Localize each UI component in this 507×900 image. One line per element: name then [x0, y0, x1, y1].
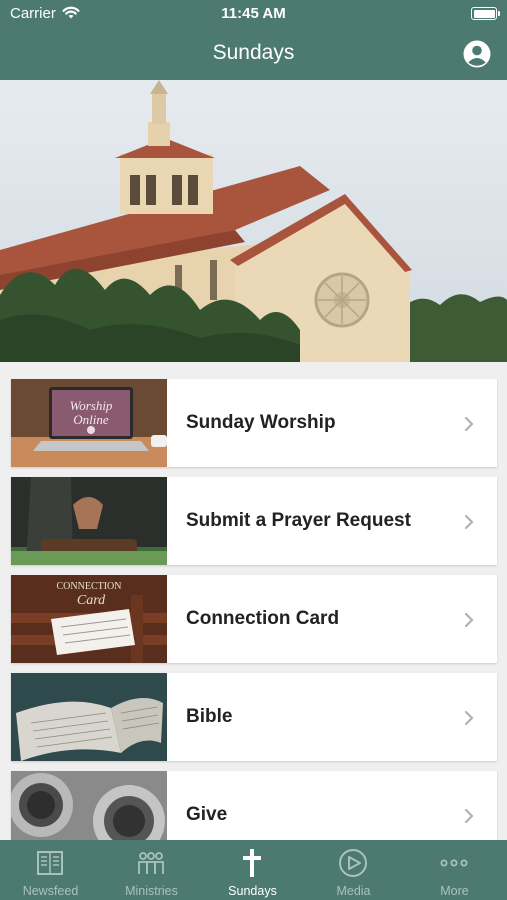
hero-church-image	[0, 80, 507, 362]
menu-item-sunday-worship[interactable]: Worship Online Sunday Worship	[11, 379, 497, 467]
chevron-right-icon	[464, 710, 474, 726]
battery-icon	[471, 7, 500, 20]
page-title: Sundays	[212, 41, 295, 64]
chevron-right-icon	[464, 612, 474, 628]
newspaper-icon	[37, 851, 63, 875]
profile-icon[interactable]	[463, 40, 491, 68]
play-icon	[339, 849, 367, 877]
thumb-card-text: Card	[77, 593, 106, 608]
menu-item-label: Connection Card	[186, 608, 340, 629]
tab-ministries[interactable]: Ministries	[101, 840, 202, 900]
status-bar: Carrier 11:45 AM	[0, 0, 507, 28]
thumb-worship-text: Worship	[70, 398, 113, 413]
people-icon	[138, 852, 164, 874]
tab-label: Sundays	[228, 884, 277, 898]
connection-card-thumbnail: CONNECTION Card	[11, 575, 167, 663]
thumb-connection-text: CONNECTION	[57, 581, 122, 592]
cross-icon	[243, 849, 261, 877]
worship-online-thumbnail: Worship Online	[11, 379, 167, 467]
tab-label: Newsfeed	[22, 884, 79, 898]
tab-sundays[interactable]: Sundays	[202, 840, 303, 900]
menu-item-label: Bible	[186, 706, 233, 727]
tab-more[interactable]: More	[404, 840, 505, 900]
menu-item-prayer-request[interactable]: Submit a Prayer Request	[11, 477, 497, 565]
menu-item-label: Sunday Worship	[186, 412, 336, 433]
nav-bar: Sundays	[0, 28, 507, 80]
tab-media[interactable]: Media	[303, 840, 404, 900]
menu-item-label: Submit a Prayer Request	[186, 510, 411, 531]
menu-item-label: Give	[186, 804, 228, 825]
menu-item-connection-card[interactable]: CONNECTION Card Connection Card	[11, 575, 497, 663]
chevron-right-icon	[464, 514, 474, 530]
chevron-right-icon	[464, 808, 474, 824]
status-time: 11:45 AM	[221, 5, 286, 22]
tab-label: Media	[336, 884, 371, 898]
church-illustration	[0, 80, 507, 362]
thumb-online-text: Online	[73, 412, 109, 427]
chevron-right-icon	[464, 416, 474, 432]
tab-label: Ministries	[125, 884, 178, 898]
praying-hands-thumbnail	[11, 477, 167, 565]
tab-newsfeed[interactable]: Newsfeed	[0, 840, 101, 900]
tab-label: More	[440, 884, 469, 898]
menu-item-bible[interactable]: Bible	[11, 673, 497, 761]
tab-bar: Newsfeed Ministries Sundays Media More	[0, 840, 507, 900]
open-bible-thumbnail	[11, 673, 167, 761]
more-dots-icon	[440, 859, 468, 867]
